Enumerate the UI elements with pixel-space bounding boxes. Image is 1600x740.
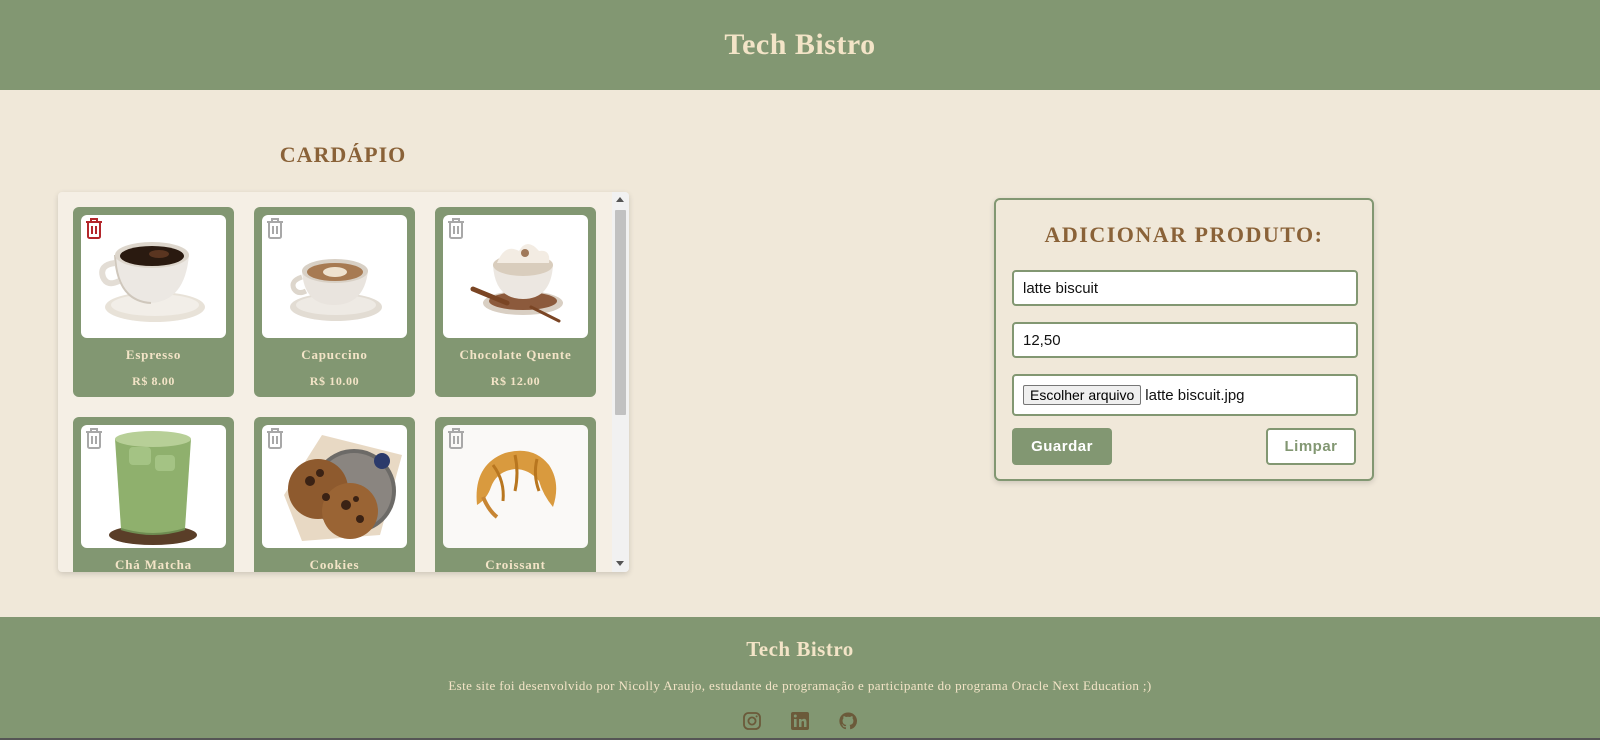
trash-icon[interactable] <box>264 426 286 450</box>
product-card: Espresso R$ 8.00 <box>73 207 234 397</box>
menu-scrollbar[interactable] <box>612 192 629 572</box>
product-price: R$ 12.00 <box>490 374 541 388</box>
footer-text: Este site foi desenvolvido por Nicolly A… <box>448 678 1152 693</box>
footer-title: Tech Bistro <box>746 637 854 661</box>
trash-icon[interactable] <box>445 216 467 240</box>
product-name: Croissant <box>485 557 546 572</box>
site-title: Tech Bistro <box>724 28 876 61</box>
product-price: R$ 10.00 <box>309 374 360 388</box>
add-product-form: ADICIONAR PRODUTO: latte biscuit 12,50 E… <box>994 198 1374 481</box>
menu-title: CARDÁPIO <box>279 142 407 167</box>
product-name: Chá Matcha <box>115 557 192 572</box>
product-name-input[interactable]: latte biscuit <box>1012 270 1358 306</box>
trash-icon[interactable] <box>83 216 105 240</box>
selected-file-name: latte biscuit.jpg <box>1145 386 1245 404</box>
choose-file-button[interactable]: Escolher arquivo <box>1023 385 1142 405</box>
form-title: ADICIONAR PRODUTO: <box>1044 222 1324 247</box>
scroll-down-arrow-icon[interactable] <box>616 561 624 566</box>
product-card: Cookies <box>254 417 415 572</box>
product-card: Chocolate Quente R$ 12.00 <box>435 207 596 397</box>
product-card: Chá Matcha <box>73 417 234 572</box>
product-grid: Espresso R$ 8.00 Capuccino R$ 10.00 Choc… <box>73 207 596 572</box>
github-icon[interactable] <box>838 711 858 731</box>
instagram-icon[interactable] <box>742 711 762 731</box>
product-price: R$ 8.00 <box>132 374 175 388</box>
menu-container[interactable]: Espresso R$ 8.00 Capuccino R$ 10.00 Choc… <box>58 192 629 572</box>
product-card: Capuccino R$ 10.00 <box>254 207 415 397</box>
product-price-input[interactable]: 12,50 <box>1012 322 1358 358</box>
trash-icon[interactable] <box>83 426 105 450</box>
social-links <box>0 711 1600 731</box>
product-name: Cookies <box>309 557 360 572</box>
trash-icon[interactable] <box>445 426 467 450</box>
product-card: Croissant <box>435 417 596 572</box>
product-name: Capuccino <box>301 347 368 362</box>
scroll-up-arrow-icon[interactable] <box>616 197 624 202</box>
trash-icon[interactable] <box>264 216 286 240</box>
product-name: Chocolate Quente <box>459 347 572 362</box>
scrollbar-thumb[interactable] <box>615 210 626 415</box>
site-footer: Tech Bistro Este site foi desenvolvido p… <box>0 617 1600 740</box>
save-button[interactable]: Guardar <box>1012 428 1112 465</box>
product-name: Espresso <box>125 347 182 362</box>
clear-button[interactable]: Limpar <box>1266 428 1356 465</box>
menu-scroll-area[interactable]: Espresso R$ 8.00 Capuccino R$ 10.00 Choc… <box>58 192 612 572</box>
product-image-file-input[interactable]: Escolher arquivo latte biscuit.jpg <box>1012 374 1358 416</box>
site-header: Tech Bistro <box>0 0 1600 90</box>
linkedin-icon[interactable] <box>790 711 810 731</box>
